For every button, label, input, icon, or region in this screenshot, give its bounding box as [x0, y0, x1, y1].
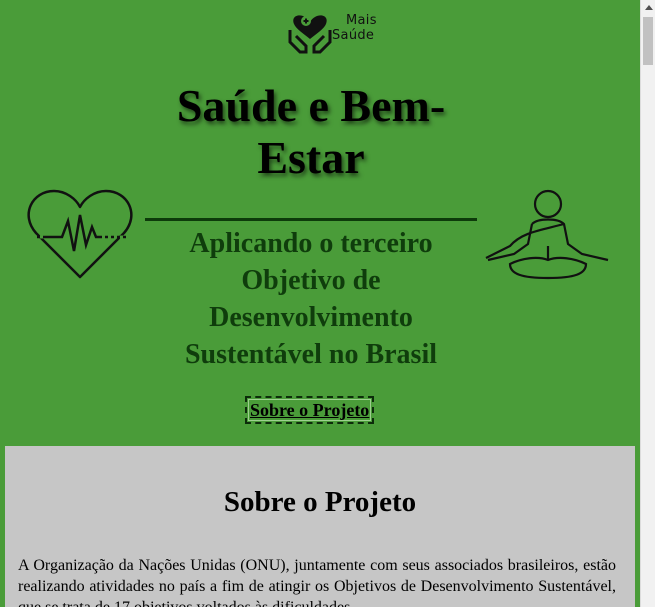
meditation-icon: [485, 189, 609, 280]
scrollbar-thumb[interactable]: [643, 17, 653, 65]
vertical-scrollbar[interactable]: [640, 0, 655, 607]
logo-line-1: Mais: [346, 13, 377, 28]
about-paragraph: A Organização da Nações Unidas (ONU), ju…: [18, 557, 616, 607]
page-title: Saúde e Bem-Estar: [176, 80, 446, 183]
logo-line-2: Saúde: [332, 28, 375, 43]
heartbeat-icon: [27, 189, 133, 279]
logo-text: Mais Saúde: [332, 13, 377, 43]
divider: [145, 218, 477, 221]
page-subtitle: Aplicando o terceiro Objetivo de Desenvo…: [184, 228, 438, 370]
about-project-button[interactable]: Sobre o Projeto: [245, 396, 375, 424]
scroll-up-arrow-icon[interactable]: [641, 0, 655, 15]
page-background: Mais Saúde Saúde e Bem-Estar Aplicando o…: [0, 0, 640, 607]
about-heading: Sobre o Projeto: [223, 486, 417, 518]
